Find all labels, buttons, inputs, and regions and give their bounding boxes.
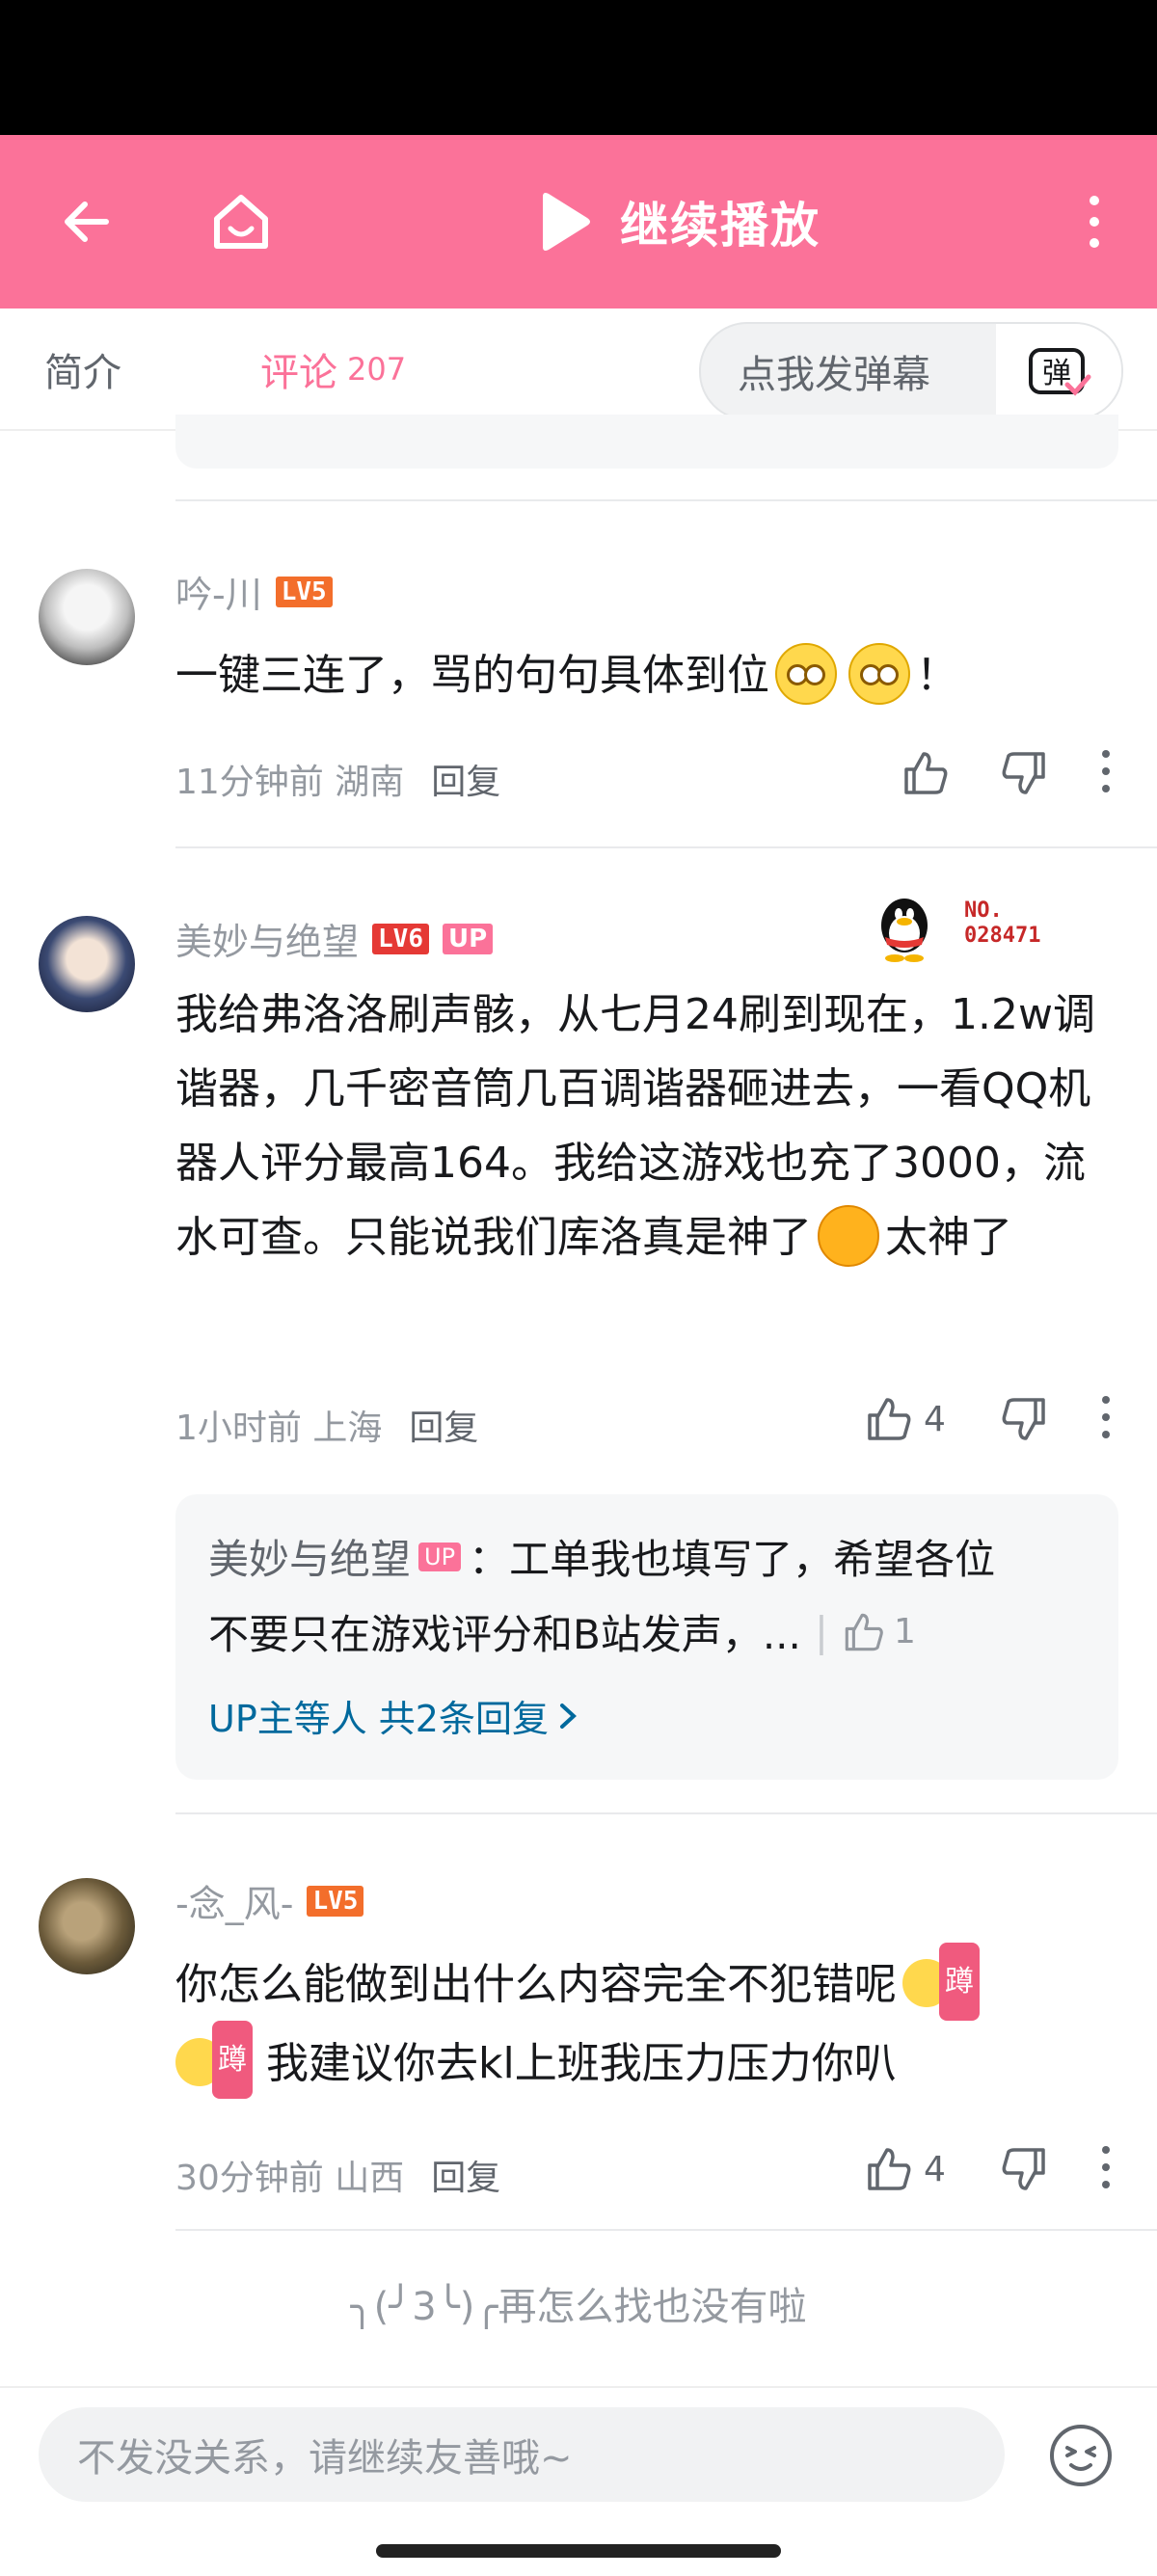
comment-item: 美妙与绝望 LV6 UP NO. 028471 我给弗洛洛刷声骸，从七月24刷到… xyxy=(0,848,1157,1812)
comment-body-end: ！ xyxy=(916,651,958,700)
status-bar xyxy=(0,0,1157,135)
location: 上海 xyxy=(312,1409,383,1448)
sub-reply-line: 美妙与绝望 UP ：工单我也填写了，希望各位 xyxy=(208,1527,995,1586)
thumbs-up-icon xyxy=(868,2148,911,2190)
sub-reply-text: ：工单我也填写了，希望各位 xyxy=(469,1536,996,1583)
home-icon[interactable] xyxy=(198,135,284,309)
reply-button[interactable]: 回复 xyxy=(431,754,500,804)
tab-intro-label: 简介 xyxy=(44,350,121,395)
thumbs-down-icon xyxy=(1002,752,1045,794)
reply-button[interactable]: 回复 xyxy=(409,1400,478,1450)
dizzy-eyes-emoji-icon xyxy=(775,643,837,705)
top-bar: 继续播放 xyxy=(0,135,1157,309)
level-badge: LV6 xyxy=(372,923,429,954)
comment-author[interactable]: -念_风- LV5 xyxy=(175,1874,364,1927)
location: 山西 xyxy=(335,2159,405,2198)
tab-comments[interactable]: 评论 207 xyxy=(260,309,406,429)
location: 湖南 xyxy=(335,763,405,802)
like-count: 4 xyxy=(924,1399,946,1439)
danmaku-icon: 弹 xyxy=(1029,348,1091,396)
dislike-button[interactable] xyxy=(999,1394,1049,1444)
fan-badge: NO. 028471 xyxy=(866,889,1059,966)
like-count: 4 xyxy=(924,2149,946,2189)
thumbs-down-icon xyxy=(1002,1398,1045,1440)
emoji-picker-icon[interactable] xyxy=(1046,2421,1116,2490)
thumbs-up-icon xyxy=(904,752,948,794)
username: 美妙与绝望 xyxy=(175,921,360,963)
sub-reply-like-count: 1 xyxy=(894,1612,916,1651)
level-badge: LV5 xyxy=(307,1885,364,1917)
end-of-list-text: ╮(╯3╰)╭再怎么找也没有啦 xyxy=(350,2285,807,2329)
username: 吟-川 xyxy=(175,574,262,616)
thumbs-up-icon[interactable] xyxy=(842,1610,886,1654)
comment-body: 一键三连了，骂的句句具体到位 xyxy=(175,651,769,700)
comment-text: 一键三连了，骂的句句具体到位 ！ xyxy=(175,638,1120,712)
continue-play-label: 继续播放 xyxy=(620,198,821,254)
divider xyxy=(175,2229,1157,2231)
thumbs-down-icon xyxy=(1002,2148,1045,2190)
sub-reply-text: 不要只在游戏评分和B站发声，... xyxy=(208,1611,801,1658)
previous-reply-box xyxy=(175,415,1118,469)
chevron-right-icon xyxy=(560,1703,577,1729)
more-replies-label: UP主等人 共2条回复 xyxy=(208,1698,549,1740)
shocked-emoji-icon xyxy=(818,1205,879,1267)
comment-meta: 1小时前 上海 回复 xyxy=(175,1400,478,1450)
comment-text: 我给弗洛洛刷声骸，从七月24刷到现在，1.2w调谐器，几千密音筒几百调谐器砸进去… xyxy=(175,978,1120,1275)
avatar[interactable] xyxy=(39,1878,135,1974)
view-more-replies-link[interactable]: UP主等人 共2条回复 xyxy=(208,1689,579,1742)
dislike-button[interactable] xyxy=(999,2144,1049,2194)
back-arrow-icon[interactable] xyxy=(48,135,125,309)
continue-play-button[interactable]: 继续播放 xyxy=(535,135,821,309)
comment-author[interactable]: 美妙与绝望 LV6 UP xyxy=(175,912,494,965)
comment-item: -念_风- LV5 你怎么能做到出什么内容完全不犯错呢蹲 蹲 我建议你去kl上班… xyxy=(0,1814,1157,2229)
squat-sign: 蹲 xyxy=(212,2021,253,2099)
timestamp: 11分钟前 xyxy=(175,763,324,802)
comment-item: 吟-川 LV5 一键三连了，骂的句句具体到位 ！ 11分钟前 湖南 回复 xyxy=(0,501,1157,848)
more-vertical-icon[interactable] xyxy=(1070,135,1118,309)
squat-sign: 蹲 xyxy=(939,1942,980,2021)
comment-input-placeholder: 不发没关系，请继续友善哦~ xyxy=(77,2436,573,2481)
thumbs-up-icon xyxy=(868,1398,911,1440)
comment-meta: 30分钟前 山西 回复 xyxy=(175,2150,500,2200)
qq-penguin-icon xyxy=(881,899,928,962)
reply-button[interactable]: 回复 xyxy=(431,2150,500,2200)
comment-author[interactable]: 吟-川 LV5 xyxy=(175,565,333,618)
comment-body-end: 太神了 xyxy=(885,1213,1012,1262)
timestamp: 30分钟前 xyxy=(175,2159,324,2198)
sub-reply-line: 不要只在游戏评分和B站发声，... | 1 xyxy=(208,1602,916,1661)
danmaku-entry[interactable]: 点我发弹幕 弹 xyxy=(699,322,1123,420)
comment-meta: 11分钟前 湖南 回复 xyxy=(175,754,500,804)
comment-more-icon[interactable] xyxy=(1099,2144,1113,2190)
comment-text: 你怎么能做到出什么内容完全不犯错呢蹲 蹲 我建议你去kl上班我压力压力你叭 xyxy=(175,1942,1120,2105)
sub-reply-box[interactable]: 美妙与绝望 UP ：工单我也填写了，希望各位 不要只在游戏评分和B站发声，...… xyxy=(175,1494,1118,1780)
comment-count: 207 xyxy=(347,350,407,388)
home-indicator xyxy=(376,2544,781,2558)
tab-intro[interactable]: 简介 xyxy=(44,309,121,429)
tab-comments-label: 评论 xyxy=(260,350,337,395)
comment-input[interactable]: 不发没关系，请继续友善哦~ xyxy=(39,2407,1005,2502)
comment-more-icon[interactable] xyxy=(1099,748,1113,794)
comment-body-line2: 我建议你去kl上班我压力压力你叭 xyxy=(266,2038,897,2088)
level-badge: LV5 xyxy=(275,576,333,607)
fan-badge-number: 028471 xyxy=(964,924,1041,948)
like-button[interactable] xyxy=(901,748,951,798)
comment-input-bar: 不发没关系，请继续友善哦~ xyxy=(0,2386,1157,2576)
comment-body: 你怎么能做到出什么内容完全不犯错呢 xyxy=(175,1960,897,2009)
comment-more-icon[interactable] xyxy=(1099,1394,1113,1440)
timestamp: 1小时前 xyxy=(175,1409,302,1448)
like-button[interactable]: 4 xyxy=(864,2144,946,2194)
dislike-button[interactable] xyxy=(999,748,1049,798)
up-badge: UP xyxy=(418,1542,462,1571)
sub-reply-author[interactable]: 美妙与绝望 xyxy=(208,1527,411,1586)
up-badge: UP xyxy=(442,923,494,954)
danmaku-toggle-button[interactable]: 弹 xyxy=(996,324,1121,418)
fan-badge-prefix: NO. xyxy=(964,899,1003,923)
username: -念_风- xyxy=(175,1883,294,1925)
dizzy-eyes-emoji-icon xyxy=(848,643,910,705)
play-icon xyxy=(543,193,590,251)
avatar[interactable] xyxy=(39,916,135,1012)
like-button[interactable]: 4 xyxy=(864,1394,946,1444)
avatar[interactable] xyxy=(39,569,135,665)
danmaku-placeholder: 点我发弹幕 xyxy=(738,353,930,397)
